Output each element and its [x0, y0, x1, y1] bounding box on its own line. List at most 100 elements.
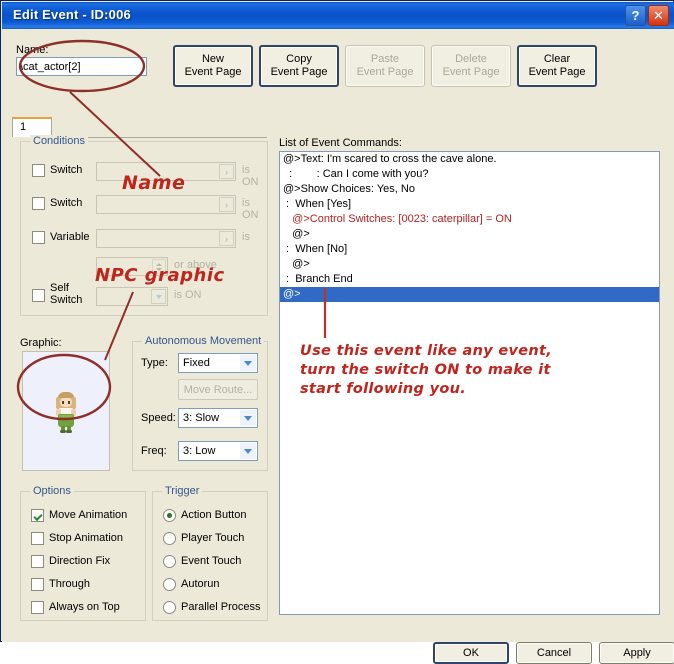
options-group: Options Move Animation Stop Animation Di…: [20, 485, 146, 621]
new-event-page-button[interactable]: New Event Page: [173, 45, 253, 87]
move-route-button: Move Route...: [178, 379, 258, 400]
trigger-autorun-radio[interactable]: [163, 578, 176, 591]
condition-switch2-checkbox[interactable]: [32, 197, 45, 210]
move-type-label: Type:: [141, 357, 168, 369]
option-direction-fix-checkbox[interactable]: [31, 555, 44, 568]
condition-switch2-suffix: is ON: [242, 197, 259, 221]
title-bar-buttons: ? ✕: [625, 5, 669, 26]
chevron-right-icon[interactable]: ›: [219, 231, 234, 246]
autonomous-movement-group: Autonomous Movement Type: Fixed Move Rou…: [132, 335, 268, 471]
name-label: Name:: [16, 44, 49, 56]
move-speed-select[interactable]: 3: Slow: [178, 408, 258, 428]
graphic-preview[interactable]: [22, 351, 110, 471]
command-row-selected[interactable]: @>: [280, 287, 659, 302]
option-move-animation-checkbox[interactable]: [31, 509, 44, 522]
move-speed-label: Speed:: [141, 412, 176, 424]
condition-variable-field[interactable]: ›: [96, 229, 236, 248]
clear-event-page-line2: Event Page: [528, 66, 586, 78]
paste-event-page-line2: Event Page: [356, 66, 414, 78]
trigger-player-touch-radio[interactable]: [163, 532, 176, 545]
condition-selfswitch-checkbox[interactable]: [32, 289, 45, 302]
option-stop-animation-label: Stop Animation: [49, 532, 123, 544]
trigger-action-button-radio[interactable]: [163, 509, 176, 522]
conditions-title: Conditions: [30, 135, 88, 147]
cancel-button[interactable]: Cancel: [516, 642, 592, 664]
clear-event-page-button[interactable]: Clear Event Page: [517, 45, 597, 87]
edit-event-dialog: Edit Event - ID:006 ? ✕ Name: New Event …: [0, 0, 674, 664]
option-always-on-top-checkbox[interactable]: [31, 601, 44, 614]
command-row[interactable]: @>Show Choices: Yes, No: [280, 182, 659, 197]
command-row[interactable]: : Branch End: [280, 272, 659, 287]
option-direction-fix-label: Direction Fix: [49, 555, 111, 567]
paste-event-page-line1: Paste: [370, 53, 400, 65]
move-speed-value: 3: Slow: [183, 412, 220, 424]
options-title: Options: [30, 485, 74, 497]
close-icon[interactable]: ✕: [648, 5, 669, 26]
move-freq-label: Freq:: [141, 445, 167, 457]
command-row[interactable]: : : Can I come with you?: [280, 167, 659, 182]
condition-switch2-label: Switch: [50, 197, 83, 209]
condition-variable-suffix: is: [242, 231, 250, 243]
condition-switch1-checkbox[interactable]: [32, 164, 45, 177]
chevron-down-icon[interactable]: [240, 355, 256, 371]
option-through-label: Through: [49, 578, 90, 590]
condition-selfswitch-label: Self Switch: [50, 282, 83, 306]
move-type-select[interactable]: Fixed: [178, 353, 258, 373]
chevron-down-icon[interactable]: [151, 289, 166, 304]
autonomous-movement-title: Autonomous Movement: [142, 335, 265, 347]
name-input[interactable]: [16, 57, 147, 76]
trigger-event-touch-radio[interactable]: [163, 555, 176, 568]
event-command-list[interactable]: @>Text: I'm scared to cross the cave alo…: [279, 151, 660, 615]
apply-button[interactable]: Apply: [599, 642, 674, 664]
window-frame: Edit Event - ID:006 ? ✕ Name: New Event …: [0, 0, 674, 664]
graphic-label: Graphic:: [20, 337, 62, 349]
condition-selfswitch-field[interactable]: [96, 287, 168, 306]
command-row[interactable]: @>Control Switches: [0023: caterpillar] …: [280, 212, 659, 227]
dialog-body: Name: New Event Page Copy Event Page Pas…: [2, 29, 674, 664]
command-row[interactable]: : When [Yes]: [280, 197, 659, 212]
condition-selfswitch-suffix: is ON: [174, 289, 202, 301]
condition-switch1-field[interactable]: ›: [96, 162, 236, 181]
trigger-parallel-process-label: Parallel Process: [181, 601, 261, 613]
trigger-parallel-process-radio[interactable]: [163, 601, 176, 614]
delete-event-page-line2: Event Page: [442, 66, 500, 78]
condition-switch2-field[interactable]: ›: [96, 195, 236, 214]
delete-event-page-line1: Delete: [455, 53, 487, 65]
ok-button[interactable]: OK: [433, 642, 509, 664]
chevron-down-icon[interactable]: [240, 410, 256, 426]
spinner-arrows-icon[interactable]: [152, 259, 166, 274]
condition-variable-value-suffix: or above: [174, 259, 217, 271]
paste-event-page-button: Paste Event Page: [345, 45, 425, 87]
new-event-page-line2: Event Page: [184, 66, 242, 78]
copy-event-page-line2: Event Page: [270, 66, 328, 78]
condition-variable-value-spinner[interactable]: [96, 257, 168, 276]
command-row[interactable]: @>Text: I'm scared to cross the cave alo…: [280, 152, 659, 167]
command-list-label: List of Event Commands:: [279, 137, 402, 149]
copy-event-page-button[interactable]: Copy Event Page: [259, 45, 339, 87]
move-freq-value: 3: Low: [183, 445, 216, 457]
option-through-checkbox[interactable]: [31, 578, 44, 591]
condition-variable-checkbox[interactable]: [32, 231, 45, 244]
trigger-event-touch-label: Event Touch: [181, 555, 242, 567]
trigger-group: Trigger Action Button Player Touch Event…: [152, 485, 268, 621]
condition-switch1-suffix: is ON: [242, 164, 259, 188]
conditions-group: Conditions Switch › is ON Switch › is ON…: [20, 135, 268, 316]
move-type-value: Fixed: [183, 357, 210, 369]
command-row[interactable]: : When [No]: [280, 242, 659, 257]
clear-event-page-line1: Clear: [543, 53, 571, 65]
command-row[interactable]: @>: [280, 257, 659, 272]
condition-switch1-label: Switch: [50, 164, 83, 176]
trigger-action-button-label: Action Button: [181, 509, 247, 521]
tab-page-1[interactable]: 1: [12, 117, 52, 137]
help-icon[interactable]: ?: [625, 5, 646, 26]
command-row[interactable]: @>: [280, 227, 659, 242]
copy-event-page-line1: Copy: [286, 53, 312, 65]
option-stop-animation-checkbox[interactable]: [31, 532, 44, 545]
trigger-player-touch-label: Player Touch: [181, 532, 245, 544]
chevron-right-icon[interactable]: ›: [219, 197, 234, 212]
event-page-tabs: 1: [12, 117, 267, 138]
chevron-right-icon[interactable]: ›: [219, 164, 234, 179]
title-bar[interactable]: Edit Event - ID:006 ? ✕: [2, 2, 674, 29]
move-freq-select[interactable]: 3: Low: [178, 441, 258, 461]
chevron-down-icon[interactable]: [240, 443, 256, 459]
